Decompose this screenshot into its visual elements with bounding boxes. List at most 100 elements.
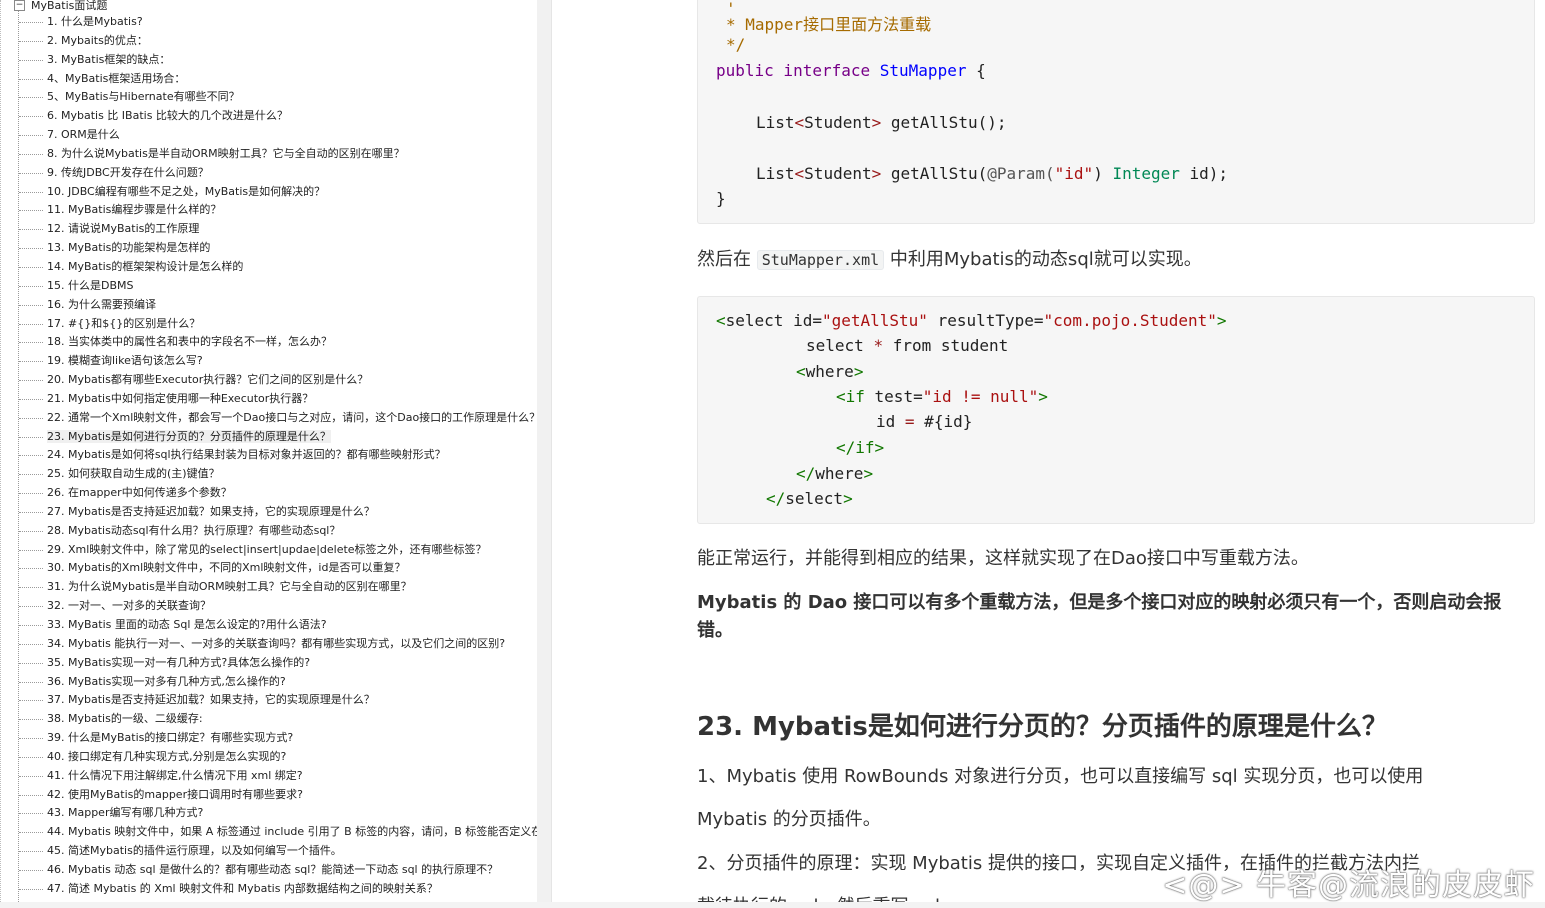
outline-item-label[interactable]: 41. 什么情况下用注解绑定,什么情况下用 xml 绑定? — [47, 769, 303, 782]
outline-item[interactable]: 12. 请说说MyBatis的工作原理 — [0, 220, 537, 239]
bottom-scrollbar[interactable] — [0, 902, 1545, 908]
outline-item[interactable]: 29. Xml映射文件中，除了常见的select|insert|updae|de… — [0, 541, 537, 560]
outline-item-label[interactable]: 43. Mapper编写有哪几种方式? — [47, 806, 203, 819]
outline-item[interactable]: 27. Mybatis是否支持延迟加载？如果支持，它的实现原理是什么？ — [0, 503, 537, 522]
outline-item[interactable]: 5、MyBatis与Hibernate有哪些不同？ — [0, 88, 537, 107]
outline-item-label[interactable]: 12. 请说说MyBatis的工作原理 — [47, 222, 199, 235]
outline-item-label[interactable]: 16. 为什么需要预编译 — [47, 298, 156, 311]
outline-item[interactable]: 23. Mybatis是如何进行分页的？分页插件的原理是什么？ — [0, 428, 537, 447]
outline-item-label[interactable]: 30. Mybatis的Xml映射文件中，不同的Xml映射文件，id是否可以重复… — [47, 561, 405, 574]
outline-item-label[interactable]: 8. 为什么说Mybatis是半自动ORM映射工具？它与全自动的区别在哪里？ — [47, 147, 405, 160]
outline-item-label[interactable]: 3. MyBatis框架的缺点： — [47, 53, 170, 66]
outline-item[interactable]: 20. Mybatis都有哪些Executor执行器？它们之间的区别是什么？ — [0, 371, 537, 390]
outline-item[interactable]: 38. Mybatis的一级、二级缓存: — [0, 710, 537, 729]
outline-item[interactable]: 25. 如何获取自动生成的(主)键值？ — [0, 465, 537, 484]
outline-item-label[interactable]: 42. 使用MyBatis的mapper接口调用时有哪些要求? — [47, 788, 303, 801]
outline-item[interactable]: 26. 在mapper中如何传递多个参数？ — [0, 484, 537, 503]
outline-item-label[interactable]: 7. ORM是什么 — [47, 128, 120, 141]
outline-item-label[interactable]: 38. Mybatis的一级、二级缓存: — [47, 712, 203, 725]
outline-item-label[interactable]: 29. Xml映射文件中，除了常见的select|insert|updae|de… — [47, 543, 487, 556]
outline-root-label[interactable]: MyBatis面试题 — [31, 0, 107, 13]
outline-item-label[interactable]: 44. Mybatis 映射文件中，如果 A 标签通过 include 引用了 … — [47, 825, 537, 838]
outline-item[interactable]: 42. 使用MyBatis的mapper接口调用时有哪些要求? — [0, 786, 537, 805]
outline-item-label[interactable]: 40. 接口绑定有几种实现方式,分别是怎么实现的? — [47, 750, 286, 763]
outline-item[interactable]: 40. 接口绑定有几种实现方式,分别是怎么实现的? — [0, 748, 537, 767]
outline-item[interactable]: 47. 简述 Mybatis 的 Xml 映射文件和 Mybatis 内部数据结… — [0, 880, 537, 899]
outline-item[interactable]: 14. MyBatis的框架架构设计是怎么样的 — [0, 258, 537, 277]
outline-item-label[interactable]: 37. Mybatis是否支持延迟加载？如果支持，它的实现原理是什么？ — [47, 693, 375, 706]
outline-item-label[interactable]: 11. MyBatis编程步骤是什么样的？ — [47, 203, 221, 216]
outline-item[interactable]: 45. 简述Mybatis的插件运行原理，以及如何编写一个插件。 — [0, 842, 537, 861]
outline-item[interactable]: 18. 当实体类中的属性名和表中的字段名不一样，怎么办？ — [0, 333, 537, 352]
outline-item-label[interactable]: 9. 传统JDBC开发存在什么问题？ — [47, 166, 209, 179]
outline-item-label[interactable]: 15. 什么是DBMS — [47, 279, 133, 292]
outline-item[interactable]: 31. 为什么说Mybatis是半自动ORM映射工具？它与全自动的区别在哪里？ — [0, 578, 537, 597]
sidebar-scrollbar-thumb[interactable] — [539, 0, 549, 430]
outline-item[interactable]: 1. 什么是Mybatis? — [0, 13, 537, 32]
outline-item[interactable]: 15. 什么是DBMS — [0, 277, 537, 296]
outline-item[interactable]: 39. 什么是MyBatis的接口绑定？有哪些实现方式? — [0, 729, 537, 748]
outline-item-label[interactable]: 47. 简述 Mybatis 的 Xml 映射文件和 Mybatis 内部数据结… — [47, 882, 438, 895]
outline-item[interactable]: 34. Mybatis 能执行一对一、一对多的关联查询吗？都有哪些实现方式，以及… — [0, 635, 537, 654]
outline-item[interactable]: 22. 通常一个Xml映射文件，都会写一个Dao接口与之对应，请问，这个Dao接… — [0, 409, 537, 428]
outline-item[interactable]: 30. Mybatis的Xml映射文件中，不同的Xml映射文件，id是否可以重复… — [0, 559, 537, 578]
outline-item[interactable]: 43. Mapper编写有哪几种方式? — [0, 804, 537, 823]
outline-item[interactable]: 35. MyBatis实现一对一有几种方式?具体怎么操作的? — [0, 654, 537, 673]
outline-item[interactable]: 4、MyBatis框架适用场合： — [0, 70, 537, 89]
outline-item-label[interactable]: 24. Mybatis是如何将sql执行结果封装为目标对象并返回的？都有哪些映射… — [47, 448, 446, 461]
outline-item[interactable]: 10. JDBC编程有哪些不足之处，MyBatis是如何解决的？ — [0, 183, 537, 202]
outline-item[interactable]: 44. Mybatis 映射文件中，如果 A 标签通过 include 引用了 … — [0, 823, 537, 842]
collapse-icon[interactable]: − — [14, 0, 25, 11]
outline-item[interactable]: 13. MyBatis的功能架构是怎样的 — [0, 239, 537, 258]
outline-item[interactable]: 24. Mybatis是如何将sql执行结果封装为目标对象并返回的？都有哪些映射… — [0, 446, 537, 465]
outline-item-label[interactable]: 18. 当实体类中的属性名和表中的字段名不一样，怎么办？ — [47, 335, 332, 348]
outline-item-label[interactable]: 27. Mybatis是否支持延迟加载？如果支持，它的实现原理是什么？ — [47, 505, 375, 518]
outline-item[interactable]: 19. 模糊查询like语句该怎么写? — [0, 352, 537, 371]
outline-item-label[interactable]: 33. MyBatis 里面的动态 Sql 是怎么设定的?用什么语法? — [47, 618, 327, 631]
outline-item[interactable]: 21. Mybatis中如何指定使用哪一种Executor执行器？ — [0, 390, 537, 409]
outline-item-label[interactable]: 2. Mybaits的优点： — [47, 34, 148, 47]
outline-item-label[interactable]: 13. MyBatis的功能架构是怎样的 — [47, 241, 210, 254]
outline-item-label[interactable]: 31. 为什么说Mybatis是半自动ORM映射工具？它与全自动的区别在哪里？ — [47, 580, 412, 593]
outline-item[interactable]: 7. ORM是什么 — [0, 126, 537, 145]
outline-item[interactable]: 37. Mybatis是否支持延迟加载？如果支持，它的实现原理是什么？ — [0, 691, 537, 710]
outline-item[interactable]: 28. Mybatis动态sql有什么用？执行原理？有哪些动态sql？ — [0, 522, 537, 541]
outline-item-label[interactable]: 39. 什么是MyBatis的接口绑定？有哪些实现方式? — [47, 731, 293, 744]
outline-item-label[interactable]: 1. 什么是Mybatis? — [47, 15, 143, 28]
outline-item[interactable]: 46. Mybatis 动态 sql 是做什么的？都有哪些动态 sql？能简述一… — [0, 861, 537, 880]
outline-item[interactable]: 9. 传统JDBC开发存在什么问题？ — [0, 164, 537, 183]
outline-item-label[interactable]: 14. MyBatis的框架架构设计是怎么样的 — [47, 260, 243, 273]
outline-item[interactable]: 41. 什么情况下用注解绑定,什么情况下用 xml 绑定? — [0, 767, 537, 786]
outline-item-label[interactable]: 46. Mybatis 动态 sql 是做什么的？都有哪些动态 sql？能简述一… — [47, 863, 498, 876]
outline-item-label[interactable]: 34. Mybatis 能执行一对一、一对多的关联查询吗？都有哪些实现方式，以及… — [47, 637, 505, 650]
outline-item-label[interactable]: 25. 如何获取自动生成的(主)键值？ — [47, 467, 220, 480]
outline-item-label[interactable]: 22. 通常一个Xml映射文件，都会写一个Dao接口与之对应，请问，这个Dao接… — [47, 411, 537, 424]
outline-item[interactable]: 33. MyBatis 里面的动态 Sql 是怎么设定的?用什么语法? — [0, 616, 537, 635]
outline-item[interactable]: 11. MyBatis编程步骤是什么样的？ — [0, 201, 537, 220]
outline-item-label[interactable]: 32. 一对一、一对多的关联查询？ — [47, 599, 211, 612]
outline-item[interactable]: 16. 为什么需要预编译 — [0, 296, 537, 315]
outline-item-label[interactable]: 28. Mybatis动态sql有什么用？执行原理？有哪些动态sql？ — [47, 524, 340, 537]
outline-item-label[interactable]: 17. #{}和${}的区别是什么？ — [47, 317, 200, 330]
outline-item-label[interactable]: 5、MyBatis与Hibernate有哪些不同？ — [47, 90, 240, 103]
outline-root[interactable]: − MyBatis面试题 — [14, 0, 107, 13]
outline-item-label[interactable]: 10. JDBC编程有哪些不足之处，MyBatis是如何解决的？ — [47, 185, 325, 198]
outline-item-label[interactable]: 26. 在mapper中如何传递多个参数？ — [47, 486, 232, 499]
outline-item[interactable]: 6. Mybatis 比 IBatis 比较大的几个改进是什么？ — [0, 107, 537, 126]
outline-item-label[interactable]: 23. Mybatis是如何进行分页的？分页插件的原理是什么？ — [47, 429, 331, 443]
outline-item-label[interactable]: 36. MyBatis实现一对多有几种方式,怎么操作的? — [47, 675, 286, 688]
outline-item-label[interactable]: 21. Mybatis中如何指定使用哪一种Executor执行器？ — [47, 392, 313, 405]
outline-item[interactable]: 3. MyBatis框架的缺点： — [0, 51, 537, 70]
outline-item-label[interactable]: 6. Mybatis 比 IBatis 比较大的几个改进是什么？ — [47, 109, 288, 122]
outline-item[interactable]: 36. MyBatis实现一对多有几种方式,怎么操作的? — [0, 673, 537, 692]
outline-item[interactable]: 32. 一对一、一对多的关联查询？ — [0, 597, 537, 616]
outline-item-label[interactable]: 19. 模糊查询like语句该怎么写? — [47, 354, 203, 367]
outline-item-label[interactable]: 45. 简述Mybatis的插件运行原理，以及如何编写一个插件。 — [47, 844, 342, 857]
outline-item-label[interactable]: 35. MyBatis实现一对一有几种方式?具体怎么操作的? — [47, 656, 310, 669]
outline-item[interactable]: 2. Mybaits的优点： — [0, 32, 537, 51]
outline-item-label[interactable]: 4、MyBatis框架适用场合： — [47, 72, 185, 85]
pane-divider[interactable] — [551, 0, 552, 908]
outline-item[interactable]: 8. 为什么说Mybatis是半自动ORM映射工具？它与全自动的区别在哪里？ — [0, 145, 537, 164]
outline-item-label[interactable]: 20. Mybatis都有哪些Executor执行器？它们之间的区别是什么？ — [47, 373, 368, 386]
outline-item[interactable]: 17. #{}和${}的区别是什么？ — [0, 315, 537, 334]
